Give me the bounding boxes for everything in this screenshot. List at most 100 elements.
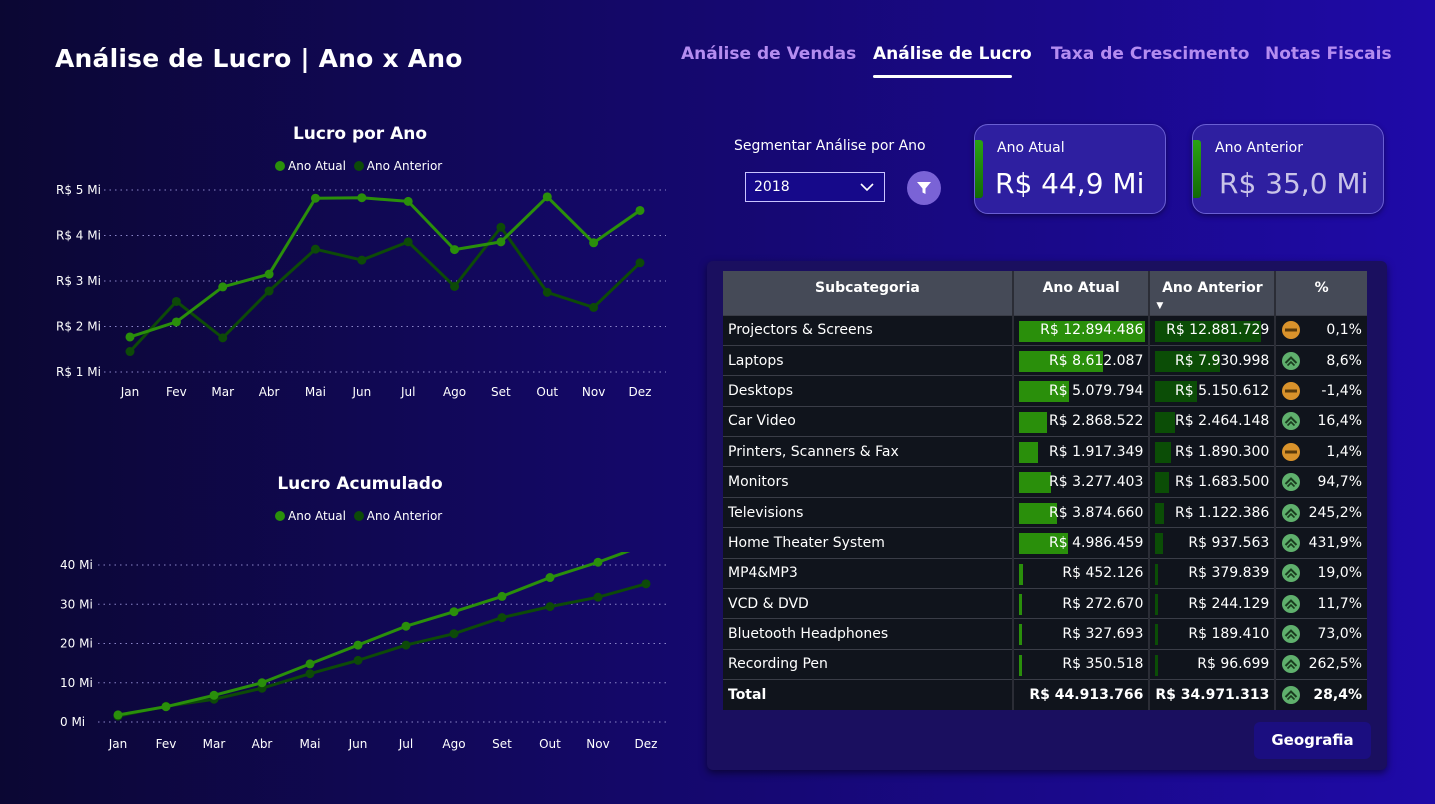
y-tick-label: R$ 3 Mi [56,274,101,288]
data-point[interactable] [310,244,320,254]
data-point[interactable] [496,237,506,247]
tab-analise-de-vendas[interactable]: Análise de Vendas [681,44,856,64]
tab-notas-fiscais[interactable]: Notas Fiscais [1265,44,1392,64]
cell-ano-atual: R$ 12.894.486 [1012,314,1151,346]
table-row[interactable]: Monitors R$ 3.277.403 R$ 1.683.500 94,7% [723,466,1367,498]
table-row[interactable]: Televisions R$ 3.874.660 R$ 1.122.386 245,2… [723,496,1367,528]
data-point[interactable] [641,579,651,589]
year-slicer-dropdown[interactable]: 2018 [745,172,885,202]
trend-up-icon [1282,351,1301,370]
table-row[interactable]: Desktops R$ 5.079.794 R$ 5.150.612 -1,4% [723,375,1367,407]
table-row[interactable]: Home Theater System R$ 4.986.459 R$ 937.56… [723,527,1367,559]
data-point[interactable] [450,245,460,255]
chart-lucro-por-ano-legend: Ano Atual Ano Anterior [275,159,446,173]
series-line-ano-anterior[interactable] [117,582,647,718]
cell-value: R$ 12.881.729 [1166,322,1270,339]
chart-lucro-acumulado-title: Lucro Acumulado [277,474,443,494]
table-row[interactable]: Laptops R$ 8.612.087 R$ 7.930.998 8,6% [723,344,1367,376]
cell-ano-anterior: R$ 379.839 [1149,557,1277,589]
data-point[interactable] [497,591,507,601]
data-point[interactable] [264,286,274,296]
tab-analise-de-lucro[interactable]: Análise de Lucro [873,44,1032,64]
data-point[interactable] [357,255,367,265]
data-point[interactable] [257,678,267,688]
kpi-accent-bar [1193,140,1201,198]
x-tick-label: Mar [211,385,234,399]
table-row[interactable]: Printers, Scanners & Fax R$ 1.917.349 R$ 1… [723,436,1367,467]
trend-up-icon [1282,412,1301,431]
data-point[interactable] [496,222,506,232]
data-point[interactable] [357,193,367,203]
series-line-ano-atual[interactable] [117,552,646,717]
data-point[interactable] [353,640,363,650]
data-point[interactable] [497,613,507,623]
y-tick-label: 30 Mi [60,597,93,611]
data-point[interactable] [403,237,413,247]
data-point[interactable] [450,281,460,291]
data-point[interactable] [449,629,459,639]
data-point[interactable] [209,690,219,700]
data-point[interactable] [305,659,315,669]
column-header-ano-atual[interactable]: Ano Atual [1012,271,1151,315]
cell-ano-anterior: R$ 12.881.729 [1149,314,1277,346]
data-point[interactable] [171,317,181,327]
data-point[interactable] [171,296,181,306]
legend-item-ano-atual[interactable]: Ano Atual [275,159,346,173]
series-line-ano-anterior[interactable] [128,225,642,353]
data-point[interactable] [403,196,413,206]
x-tick-label: Ago [443,385,466,399]
data-point[interactable] [218,333,228,343]
x-tick-label: Set [491,385,511,399]
trend-up-icon [1282,625,1301,644]
data-point[interactable] [401,640,411,650]
table-row[interactable]: Bluetooth Headphones R$ 327.693 R$ 189.410… [723,618,1367,650]
cell-value: R$ 937.563 [1188,534,1270,551]
series-line-ano-atual[interactable] [129,195,641,339]
tab-taxa-de-crescimento[interactable]: Taxa de Crescimento [1051,44,1249,64]
chart-lucro-por-ano[interactable]: R$ 1 Mi R$ 2 Mi R$ 3 Mi R$ 4 Mi R$ 5 Mi Jan Fe… [40,178,680,400]
data-point[interactable] [589,302,599,312]
databar-previous [1155,502,1165,524]
databar-previous [1155,654,1159,676]
data-point[interactable] [125,332,135,342]
data-point[interactable] [593,557,603,567]
legend-item-ano-anterior[interactable]: Ano Anterior [353,159,442,173]
column-header-subcategoria[interactable]: Subcategoria [723,271,1014,315]
data-point[interactable] [589,238,599,248]
chart-lucro-acumulado[interactable]: 0 Mi 10 Mi 20 Mi 30 Mi 40 Mi Jan Fev Mar Abr Mai J… [40,552,680,752]
data-point[interactable] [310,193,320,203]
data-point[interactable] [125,347,135,357]
geografia-button[interactable]: Geografia [1254,722,1371,759]
table-row[interactable]: Car Video R$ 2.868.522 R$ 2.464.148 16,4% [723,405,1367,437]
table-row[interactable]: VCD & DVD R$ 272.670 R$ 244.129 11,7% [723,588,1367,619]
data-point[interactable] [353,655,363,665]
kpi-accent-bar [975,140,983,198]
data-point[interactable] [401,621,411,631]
clear-filter-button[interactable] [907,171,941,205]
data-point[interactable] [449,607,459,617]
y-tick-label: R$ 5 Mi [56,183,101,197]
table-row[interactable]: MP4&MP3 R$ 452.126 R$ 379.839 19,0% [723,557,1367,589]
legend-item-ano-atual[interactable]: Ano Atual [275,509,346,523]
cell-value: R$ 1.122.386 [1175,504,1270,521]
data-point[interactable] [545,602,555,612]
legend-item-ano-anterior[interactable]: Ano Anterior [353,509,442,523]
data-point[interactable] [542,192,552,202]
table-row[interactable]: Recording Pen R$ 350.518 R$ 96.699 262,5% [723,648,1367,680]
data-point[interactable] [305,669,315,679]
data-point[interactable] [264,269,274,279]
data-point[interactable] [635,205,645,215]
data-point[interactable] [635,258,645,268]
table-row[interactable]: Projectors & Screens R$ 12.894.486 R$ 12.8… [723,314,1367,346]
cell-ano-anterior: R$ 937.563 [1149,527,1277,559]
cell-value: R$ 5.150.612 [1175,382,1270,399]
data-point[interactable] [542,287,552,297]
data-point[interactable] [113,710,123,720]
column-header-percent[interactable]: % [1275,271,1367,315]
data-point[interactable] [161,702,171,712]
x-tick-label: Out [539,737,561,751]
data-point[interactable] [218,282,228,292]
data-point[interactable] [593,592,603,602]
column-header-ano-anterior[interactable]: Ano Anterior ▼ [1149,271,1277,315]
data-point[interactable] [545,573,555,583]
